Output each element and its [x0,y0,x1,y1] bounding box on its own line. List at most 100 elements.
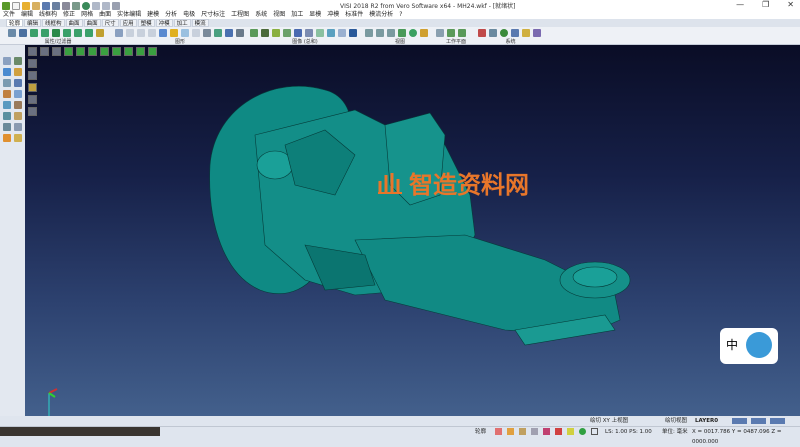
menu-item[interactable]: 显模 [309,11,321,19]
settings-icon[interactable] [500,29,508,37]
ribbon-tab[interactable]: 编辑 [24,19,42,27]
redo-icon[interactable] [102,1,110,10]
menu-item[interactable]: 视图 [273,11,285,19]
rotate-icon[interactable] [420,29,428,37]
view-name[interactable]: 绘切视图 [665,416,687,426]
tool-icon[interactable] [3,112,11,120]
view-icon[interactable] [148,29,156,37]
render-icon[interactable] [283,29,291,37]
menu-item[interactable]: 电极 [183,11,195,19]
view-icon[interactable] [137,29,145,37]
tool-icon[interactable] [14,57,22,65]
3d-viewport[interactable]: 智造资料网 中 [25,45,800,416]
snap-icon[interactable] [519,428,526,435]
menu-item[interactable]: 加工 [291,11,303,19]
tool-icon[interactable] [3,68,11,76]
menu-item[interactable]: 文件 [3,11,15,19]
new-file-icon[interactable] [12,1,20,10]
rotate-icon[interactable] [387,29,395,37]
ribbon-tab[interactable]: 线框构 [42,19,65,27]
render-icon[interactable] [261,29,269,37]
menu-item[interactable]: 尺寸标注 [201,11,225,19]
layer-name[interactable]: LAYER0 [695,416,718,426]
render-icon[interactable] [338,29,346,37]
filter-icon[interactable] [74,29,82,37]
calendar-icon[interactable] [511,29,519,37]
render-icon[interactable] [272,29,280,37]
tool-icon[interactable] [3,79,11,87]
tool-icon[interactable] [3,90,11,98]
globe-icon[interactable] [82,1,90,10]
rotate-icon[interactable] [376,29,384,37]
snap-icon[interactable] [555,428,562,435]
menu-item[interactable]: 实体编辑 [117,11,141,19]
home-icon[interactable] [112,1,120,10]
menu-item[interactable]: 曲面 [99,11,111,19]
ribbon-tab[interactable]: 塑模 [137,19,155,27]
ribbon-tab[interactable]: 曲面 [65,19,83,27]
tool-icon[interactable] [3,123,11,131]
open-recent-icon[interactable] [32,1,40,10]
view-icon[interactable] [203,29,211,37]
menu-item[interactable]: 建模 [147,11,159,19]
image-icon[interactable] [489,29,497,37]
workplane-icon[interactable] [447,29,455,37]
render-icon[interactable] [305,29,313,37]
view-icon[interactable] [159,29,167,37]
save-as-icon[interactable] [52,1,60,10]
view-icon[interactable] [236,29,244,37]
tool-icon[interactable] [3,101,11,109]
tool-icon[interactable] [14,112,22,120]
color-swatch[interactable] [751,418,766,424]
ribbon-tab[interactable]: 曲面 [83,19,101,27]
tool-icon[interactable] [14,101,22,109]
render-icon[interactable] [349,29,357,37]
undo-icon[interactable] [92,1,100,10]
workplane-icon[interactable] [436,29,444,37]
menu-item[interactable]: 标准件 [345,11,363,19]
view-icon[interactable] [181,29,189,37]
ribbon-tab[interactable]: 冲模 [155,19,173,27]
attribute-icon[interactable] [8,29,16,37]
print-icon[interactable] [62,1,70,10]
rotate-icon[interactable] [409,29,417,37]
tool-icon[interactable] [3,57,11,65]
menu-item[interactable]: 分析 [165,11,177,19]
save-icon[interactable] [42,1,50,10]
tool-icon[interactable] [533,29,541,37]
layer-icon[interactable] [19,29,27,37]
view-icon[interactable] [170,29,178,37]
render-icon[interactable] [294,29,302,37]
tool-icon[interactable] [14,90,22,98]
view-icon[interactable] [214,29,222,37]
view-icon[interactable] [192,29,200,37]
snap-icon[interactable] [495,428,502,435]
color-swatch[interactable] [770,418,785,424]
tool-icon[interactable] [14,134,22,142]
ribbon-tab[interactable]: 模流 [191,19,209,27]
tool-icon[interactable] [14,79,22,87]
color-swatch[interactable] [732,418,747,424]
render-icon[interactable] [250,29,258,37]
view-icon[interactable] [115,29,123,37]
ribbon-tab[interactable]: 轮廓 [6,19,24,27]
menu-item[interactable]: ? [399,11,402,19]
menu-item[interactable]: 线框构 [39,11,57,19]
refresh-icon[interactable] [579,428,586,435]
filter-icon[interactable] [30,29,38,37]
render-icon[interactable] [327,29,335,37]
menu-item[interactable]: 工程图 [231,11,249,19]
print-preview-icon[interactable] [72,1,80,10]
grid-icon[interactable] [591,428,598,435]
ribbon-tab[interactable]: 加工 [173,19,191,27]
filter-icon[interactable] [41,29,49,37]
filter-icon[interactable] [96,29,104,37]
open-file-icon[interactable] [22,1,30,10]
menu-item[interactable]: 网格 [81,11,93,19]
snap-icon[interactable] [507,428,514,435]
maximize-button[interactable]: ❐ [762,0,769,9]
ribbon-tab[interactable]: 应用 [119,19,137,27]
snap-icon[interactable] [531,428,538,435]
view-icon[interactable] [126,29,134,37]
tool-icon[interactable] [14,123,22,131]
